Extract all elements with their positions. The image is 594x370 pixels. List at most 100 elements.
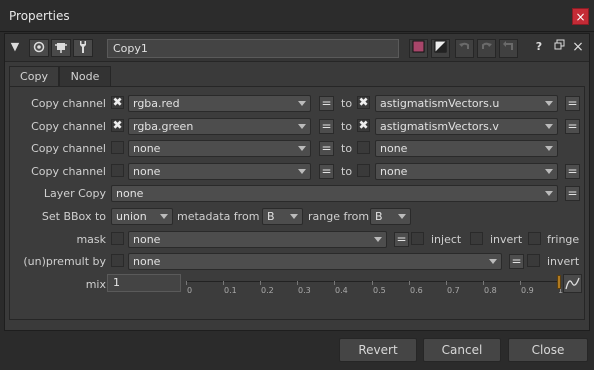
chevron-down-icon xyxy=(545,169,553,174)
link-button[interactable]: = xyxy=(319,96,334,111)
slider-tick xyxy=(483,281,484,285)
mix-label: mix xyxy=(85,278,106,291)
slider-tick xyxy=(334,281,335,285)
range-from-dropdown[interactable]: B xyxy=(370,208,411,225)
animation-curve-icon[interactable] xyxy=(563,274,582,293)
to-channel-value: none xyxy=(380,165,408,178)
to-channel-value: astigmatismVectors.v xyxy=(380,120,499,133)
from-channel-value: rgba.red xyxy=(133,97,180,110)
layer-copy-dropdown[interactable]: none xyxy=(111,185,558,202)
slider-tick xyxy=(260,281,261,285)
mix-input[interactable]: 1 xyxy=(107,274,181,292)
to-channel-dropdown[interactable]: none xyxy=(375,163,558,180)
viewer-icon[interactable] xyxy=(29,39,49,57)
close-button[interactable]: Close xyxy=(508,338,588,362)
cancel-button[interactable]: Cancel xyxy=(423,338,501,362)
link-button[interactable]: = xyxy=(319,141,334,156)
to-channel-checkbox[interactable] xyxy=(357,164,370,177)
bbox-dropdown[interactable]: union xyxy=(111,208,173,225)
revert-icon[interactable] xyxy=(499,39,518,58)
premult-dropdown[interactable]: none xyxy=(128,253,502,270)
to-channel-checkbox[interactable]: ✖ xyxy=(357,119,370,132)
from-channel-dropdown[interactable]: none xyxy=(128,163,311,180)
inject-checkbox[interactable] xyxy=(411,232,424,245)
from-channel-value: rgba.green xyxy=(133,120,194,133)
mask-checkbox[interactable] xyxy=(111,232,124,245)
help-icon[interactable]: ? xyxy=(532,39,546,57)
chevron-down-icon xyxy=(298,101,306,106)
to-channel-value: none xyxy=(380,142,408,155)
link-button[interactable]: = xyxy=(565,186,580,201)
range-from-label: range from xyxy=(308,210,370,223)
chevron-down-icon xyxy=(298,146,306,151)
chevron-down-icon xyxy=(545,191,553,196)
link-button[interactable]: = xyxy=(394,232,409,247)
node-color-icon[interactable] xyxy=(409,39,428,58)
set-bbox-label: Set BBox to xyxy=(41,210,106,223)
copy-channel-label: Copy channel xyxy=(31,142,106,155)
premult-label: (un)premult by xyxy=(23,255,106,268)
premult-invert-label: invert xyxy=(547,255,580,268)
tab-node[interactable]: Node xyxy=(59,66,111,86)
gl-color-icon[interactable] xyxy=(431,39,450,58)
mask-dropdown[interactable]: none xyxy=(128,231,387,248)
node-name-input[interactable]: Copy1 xyxy=(107,39,399,58)
slider-tick-label: 0.2 xyxy=(261,286,274,295)
to-channel-dropdown[interactable]: astigmatismVectors.u xyxy=(375,95,558,112)
slider-tick-label: 0.7 xyxy=(447,286,460,295)
metadata-from-label: metadata from xyxy=(177,210,260,223)
channel-checkbox[interactable] xyxy=(111,141,124,154)
copy-channel-label: Copy channel xyxy=(31,120,106,133)
channel-checkbox[interactable] xyxy=(111,164,124,177)
link-button[interactable]: = xyxy=(319,119,334,134)
to-channel-dropdown[interactable]: none xyxy=(375,140,558,157)
link-button[interactable]: = xyxy=(565,164,580,179)
window-title: Properties xyxy=(9,9,70,23)
mask-invert-checkbox[interactable] xyxy=(470,232,483,245)
title-bar: Properties × xyxy=(0,0,594,32)
premult-invert-checkbox[interactable] xyxy=(527,254,540,267)
metadata-from-dropdown[interactable]: B xyxy=(262,208,303,225)
undo-icon[interactable] xyxy=(455,39,474,58)
channel-checkbox[interactable]: ✖ xyxy=(111,119,124,132)
window-close-button[interactable]: × xyxy=(572,8,589,25)
layer-copy-label: Layer Copy xyxy=(43,187,106,200)
panel-close-icon[interactable]: × xyxy=(571,39,585,57)
link-button[interactable]: = xyxy=(565,119,580,134)
slider-tick xyxy=(409,281,410,285)
copy-channel-label: Copy channel xyxy=(31,165,106,178)
to-channel-checkbox[interactable]: ✖ xyxy=(357,96,370,109)
to-channel-value: astigmatismVectors.u xyxy=(380,97,500,110)
to-label: to xyxy=(341,120,353,133)
to-channel-checkbox[interactable] xyxy=(357,141,370,154)
chevron-down-icon xyxy=(398,214,406,219)
fringe-checkbox[interactable] xyxy=(528,232,541,245)
node-toolbar: ▼ Copy1 ? × xyxy=(5,34,589,62)
premult-checkbox[interactable] xyxy=(111,254,124,267)
wrench-icon[interactable] xyxy=(73,39,93,57)
from-channel-dropdown[interactable]: none xyxy=(128,140,311,157)
slider-tick xyxy=(520,281,521,285)
link-button[interactable]: = xyxy=(565,96,580,111)
revert-button[interactable]: Revert xyxy=(339,338,417,362)
metadata-from-value: B xyxy=(267,210,275,223)
collapse-icon[interactable]: ▼ xyxy=(7,39,23,57)
channel-checkbox[interactable]: ✖ xyxy=(111,96,124,109)
from-channel-dropdown[interactable]: rgba.red xyxy=(128,95,311,112)
redo-icon[interactable] xyxy=(477,39,496,58)
link-button[interactable]: = xyxy=(509,254,524,269)
node-graph-icon[interactable] xyxy=(51,39,71,57)
properties-panel: ▼ Copy1 ? × Copy Node Copy channel ✖ rgb… xyxy=(4,33,590,331)
to-channel-dropdown[interactable]: astigmatismVectors.v xyxy=(375,118,558,135)
bbox-value: union xyxy=(116,210,147,223)
slider-tick-label: 0.6 xyxy=(410,286,423,295)
link-button[interactable]: = xyxy=(319,164,334,179)
float-icon[interactable] xyxy=(552,39,566,57)
tab-copy[interactable]: Copy xyxy=(9,66,59,87)
slider-handle[interactable] xyxy=(557,275,561,289)
layer-copy-value: none xyxy=(116,187,144,200)
from-channel-dropdown[interactable]: rgba.green xyxy=(128,118,311,135)
mix-slider[interactable]: 0 0.1 0.2 0.3 0.4 0.5 0.6 0.7 0.8 0.9 1 xyxy=(186,275,563,295)
from-channel-value: none xyxy=(133,142,161,155)
slider-tick xyxy=(186,281,187,285)
